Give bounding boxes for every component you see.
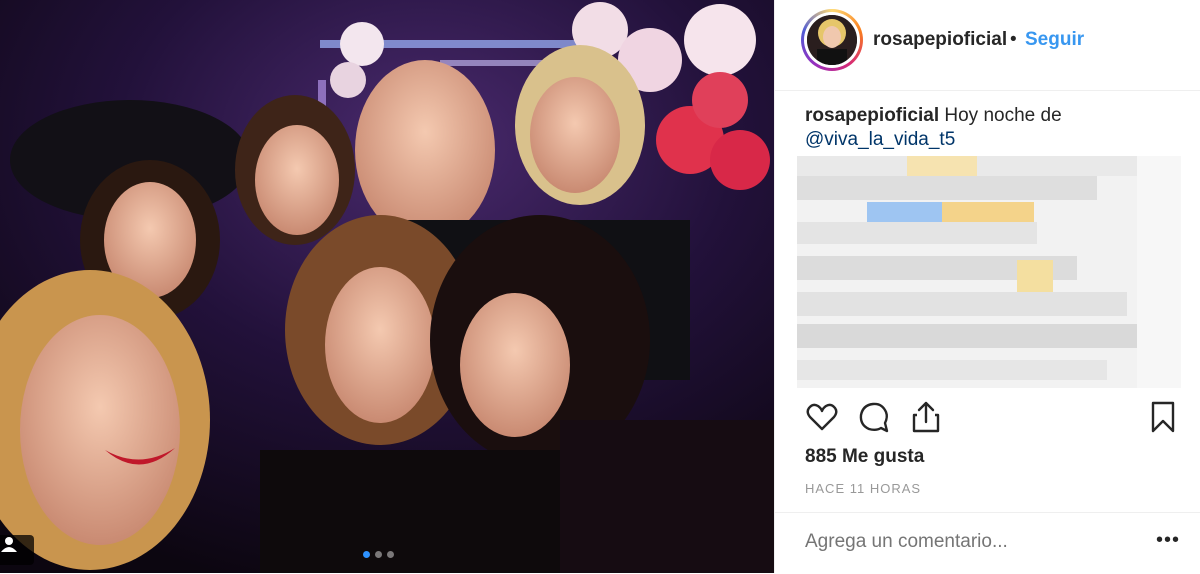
header-username[interactable]: rosapepioficial xyxy=(873,29,1007,51)
save-button[interactable] xyxy=(1146,400,1180,434)
caption-mention[interactable]: @viva_la_vida_t5 xyxy=(805,129,955,150)
post-header: rosapepioficial • Seguir xyxy=(775,0,1200,91)
post-photo[interactable] xyxy=(0,0,774,573)
post-sidebar: rosapepioficial • Seguir rosapepioficial… xyxy=(774,0,1200,573)
like-button[interactable] xyxy=(805,400,839,434)
follow-button[interactable]: Seguir xyxy=(1025,29,1084,51)
comment-input[interactable] xyxy=(805,531,1105,553)
comment-icon xyxy=(859,402,889,433)
caption-username[interactable]: rosapepioficial xyxy=(805,105,939,126)
pixelated-comments xyxy=(797,156,1181,388)
like-count[interactable]: 885 Me gusta xyxy=(805,446,924,468)
carousel-indicator xyxy=(363,551,394,558)
avatar-image xyxy=(807,15,857,65)
separator-dot: • xyxy=(1010,29,1017,50)
action-bar xyxy=(805,400,1180,436)
heart-icon xyxy=(806,403,838,431)
comment-button[interactable] xyxy=(857,400,891,434)
carousel-dot[interactable] xyxy=(387,551,394,558)
caption-text: Hoy noche de xyxy=(944,105,1062,126)
caption: rosapepioficial Hoy noche de @viva_la_vi… xyxy=(805,104,1170,152)
carousel-dot[interactable] xyxy=(363,551,370,558)
comment-bar: ••• xyxy=(775,512,1200,574)
more-options-button[interactable]: ••• xyxy=(1156,530,1180,550)
photo-illustration xyxy=(0,0,774,573)
user-tag-icon xyxy=(1,537,17,552)
instagram-post: rosapepioficial • Seguir rosapepioficial… xyxy=(0,0,1200,573)
user-tag-button[interactable] xyxy=(0,535,34,565)
story-ring[interactable] xyxy=(801,9,863,71)
post-timestamp[interactable]: HACE 11 HORAS xyxy=(805,481,921,496)
share-button[interactable] xyxy=(909,400,943,434)
bookmark-icon xyxy=(1151,401,1175,433)
carousel-dot[interactable] xyxy=(375,551,382,558)
avatar[interactable] xyxy=(804,12,860,68)
share-icon xyxy=(912,401,940,433)
